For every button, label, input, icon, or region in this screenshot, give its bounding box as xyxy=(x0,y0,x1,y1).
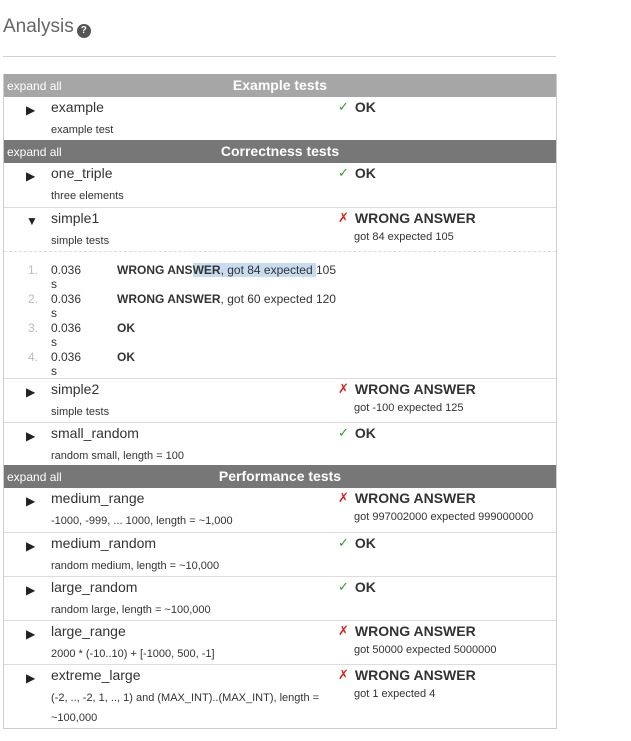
expand-arrow-icon[interactable]: ▶ xyxy=(26,169,35,183)
test-row-simple1[interactable]: ▼ simple1 simple tests ✗ WRONG ANSWER got… xyxy=(4,207,556,251)
subtest-time: 0.036 s xyxy=(51,263,82,291)
test-name: medium_range xyxy=(51,490,145,506)
subtest-time: 0.036 s xyxy=(51,350,82,378)
test-description: example test xyxy=(51,124,114,136)
test-name: small_random xyxy=(51,425,139,441)
page-title: Analysis xyxy=(3,16,74,37)
subtest-number: 1. xyxy=(28,263,39,277)
expand-arrow-icon[interactable]: ▶ xyxy=(26,671,35,685)
test-results-table: expand all Example tests ▶ example examp… xyxy=(3,74,557,729)
subtest-number: 3. xyxy=(28,321,39,335)
check-icon: ✓ xyxy=(338,165,349,180)
test-row-medium-random[interactable]: ▶ medium_random random medium, length = … xyxy=(4,532,556,576)
section-title-example: Example tests xyxy=(232,77,328,93)
test-status: ✓ OK xyxy=(338,425,376,441)
section-title-performance: Performance tests xyxy=(218,468,342,484)
check-icon: ✓ xyxy=(338,99,349,114)
test-description: 2000 * (-10..10) + [-1000, 500, -1] xyxy=(51,648,215,660)
test-status: ✗ WRONG ANSWER xyxy=(338,490,476,506)
test-row-small-random[interactable]: ▶ small_random random small, length = 10… xyxy=(4,422,556,465)
test-name: one_triple xyxy=(51,165,113,181)
test-row-simple2[interactable]: ▶ simple2 simple tests ✗ WRONG ANSWER got… xyxy=(4,378,556,422)
test-row-one-triple[interactable]: ▶ one_triple three elements ✓ OK xyxy=(4,163,556,207)
expand-all-correctness-link[interactable]: expand all xyxy=(7,140,62,165)
subtest-time: 0.036 s xyxy=(51,292,82,320)
test-description: simple tests xyxy=(51,235,110,247)
section-header-correctness: expand all Correctness tests xyxy=(4,140,556,163)
subtest-number: 2. xyxy=(28,292,39,306)
test-name: simple2 xyxy=(51,381,100,397)
cross-icon: ✗ xyxy=(338,210,349,225)
subtest-result: OK xyxy=(117,350,135,364)
cross-icon: ✗ xyxy=(338,623,349,638)
expand-arrow-icon[interactable]: ▶ xyxy=(26,627,35,641)
test-name: large_range xyxy=(51,623,126,639)
cross-icon: ✗ xyxy=(338,490,349,505)
test-description: (-2, .., -2, 1, .., 1) and (MAX_INT)..(M… xyxy=(51,692,320,724)
expand-arrow-icon[interactable]: ▶ xyxy=(26,385,35,399)
section-header-performance: expand all Performance tests xyxy=(4,465,556,488)
test-description: three elements xyxy=(51,190,124,202)
subtest-result: OK xyxy=(117,321,135,335)
test-name: extreme_large xyxy=(51,667,141,683)
subtest-number: 4. xyxy=(28,350,39,364)
analysis-header: Analysis ? xyxy=(3,16,91,38)
test-detail: got 50000 expected 5000000 xyxy=(354,644,497,656)
test-row-large-random[interactable]: ▶ large_random random large, length = ~1… xyxy=(4,576,556,620)
test-name: large_random xyxy=(51,579,138,595)
expand-all-example-link[interactable]: expand all xyxy=(7,74,62,99)
test-row-example[interactable]: ▶ example example test ✓ OK xyxy=(4,97,556,140)
test-status: ✓ OK xyxy=(338,165,376,181)
test-name: medium_random xyxy=(51,535,157,551)
expand-all-performance-link[interactable]: expand all xyxy=(7,465,62,490)
simple1-subtests: 1. 0.036 s WRONG ANSWER, got 84 expected… xyxy=(4,251,556,378)
subtest-time: 0.036 s xyxy=(51,321,82,349)
test-status: ✓ OK xyxy=(338,99,376,115)
test-description: -1000, -999, ... 1000, length = ~1,000 xyxy=(51,515,233,527)
test-row-extreme-large[interactable]: ▶ extreme_large (-2, .., -2, 1, .., 1) a… xyxy=(4,664,556,728)
expand-arrow-icon[interactable]: ▶ xyxy=(26,583,35,597)
cross-icon: ✗ xyxy=(338,381,349,396)
section-title-correctness: Correctness tests xyxy=(220,143,340,159)
test-row-large-range[interactable]: ▶ large_range 2000 * (-10..10) + [-1000,… xyxy=(4,620,556,664)
test-detail: got -100 expected 125 xyxy=(354,402,464,414)
check-icon: ✓ xyxy=(338,535,349,550)
section-header-example: expand all Example tests xyxy=(4,74,556,97)
test-description: random small, length = 100 xyxy=(51,450,184,462)
expand-arrow-icon[interactable]: ▶ xyxy=(26,103,35,117)
test-name: simple1 xyxy=(51,210,100,226)
test-status: ✓ OK xyxy=(338,579,376,595)
collapse-arrow-icon[interactable]: ▼ xyxy=(26,214,38,228)
subtest-result: WRONG ANSWER, got 60 expected 120 xyxy=(117,292,336,306)
help-icon[interactable]: ? xyxy=(76,23,91,38)
test-description: simple tests xyxy=(51,406,110,418)
divider xyxy=(3,56,556,57)
test-detail: got 1 expected 4 xyxy=(354,688,436,700)
test-status: ✓ OK xyxy=(338,535,376,551)
test-description: random medium, length = ~10,000 xyxy=(51,560,220,572)
check-icon: ✓ xyxy=(338,579,349,594)
check-icon: ✓ xyxy=(338,425,349,440)
test-detail: got 84 expected 105 xyxy=(354,231,454,243)
test-status: ✗ WRONG ANSWER xyxy=(338,667,476,683)
test-status: ✗ WRONG ANSWER xyxy=(338,623,476,639)
cross-icon: ✗ xyxy=(338,667,349,682)
test-status: ✗ WRONG ANSWER xyxy=(338,381,476,397)
test-description: random large, length = ~100,000 xyxy=(51,604,211,616)
expand-arrow-icon[interactable]: ▶ xyxy=(26,429,35,443)
subtest-result: WRONG ANSWER, got 84 expected 105 xyxy=(117,263,336,277)
test-name: example xyxy=(51,99,104,115)
test-detail: got 997002000 expected 999000000 xyxy=(354,511,534,523)
expand-arrow-icon[interactable]: ▶ xyxy=(26,539,35,553)
test-row-medium-range[interactable]: ▶ medium_range -1000, -999, ... 1000, le… xyxy=(4,488,556,532)
expand-arrow-icon[interactable]: ▶ xyxy=(26,494,35,508)
test-status: ✗ WRONG ANSWER xyxy=(338,210,476,226)
